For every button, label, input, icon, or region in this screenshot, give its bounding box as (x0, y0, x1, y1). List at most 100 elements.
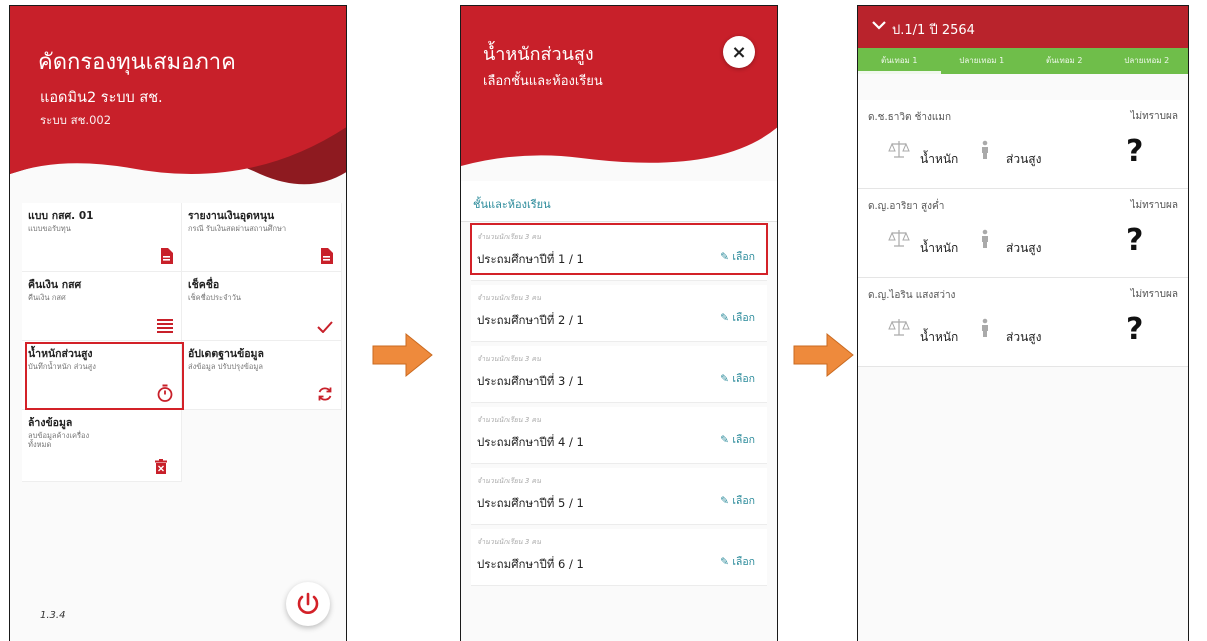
select-button[interactable]: ✎ เลือก (720, 431, 755, 448)
class-select-header: น้ำหนักส่วนสูง เลือกชั้นและห้องเรียน × (461, 6, 777, 186)
result-status: ไม่ทราบผล (1130, 200, 1178, 211)
menu-desc: ลบข้อมูลค้างเครื่อง ทั้งหมด (28, 431, 90, 449)
scale-icon (888, 230, 910, 247)
student-count: จำนวนนักเรียน 3 คน (477, 416, 541, 424)
class-header-title: ป.1/1 ปี 2564 (892, 23, 975, 38)
select-button[interactable]: ✎ เลือก (720, 553, 755, 570)
result-status: ไม่ทราบผล (1130, 111, 1178, 122)
unknown-status-icon: ? (1126, 134, 1144, 169)
section-header: ชั้นและห้องเรียน (461, 181, 777, 222)
menu-title: แบบ กสศ. 01 (28, 210, 94, 222)
student-count: จำนวนนักเรียน 3 คน (477, 355, 541, 363)
student-row[interactable]: ด.ญ.ไอริน แสงสว่าง ไม่ทราบผล น้ำหนัก ส่ว… (858, 278, 1188, 367)
class-header-bar[interactable]: ป.1/1 ปี 2564 (858, 6, 1188, 48)
class-select-panel: น้ำหนักส่วนสูง เลือกชั้นและห้องเรียน × ช… (460, 5, 778, 641)
menu-title: อัปเดตฐานข้อมูล (188, 348, 264, 360)
height-label: ส่วนสูง (1006, 330, 1042, 344)
student-name: ด.ญ.ไอริน แสงสว่าง (868, 290, 956, 301)
student-count: จำนวนนักเรียน 3 คน (477, 294, 541, 302)
select-button[interactable]: ✎ เลือก (720, 492, 755, 509)
unknown-status-icon: ? (1126, 223, 1144, 258)
weight-label: น้ำหนัก (920, 152, 959, 166)
menu-attendance[interactable]: เช็คชื่อ เช็คชื่อประจำวัน (182, 272, 342, 341)
home-screen-panel: คัดกรองทุนเสมอภาค แอดมิน2 ระบบ สช. ระบบ … (9, 5, 347, 641)
document-icon (321, 248, 333, 264)
chevron-down-icon (872, 21, 886, 30)
term-tabs: ต้นเทอม 1 ปลายเทอม 1 ต้นเทอม 2 ปลายเทอม … (858, 48, 1188, 74)
height-label: ส่วนสูง (1006, 241, 1042, 255)
tab-term2-end[interactable]: ปลายเทอม 2 (1106, 48, 1189, 74)
class-item[interactable]: จำนวนนักเรียน 3 คน ประถมศึกษาปีที่ 6 / 1… (471, 529, 767, 586)
highlight-weight-height (25, 342, 184, 410)
menu-refund[interactable]: คืนเงิน กสศ คืนเงิน กสศ (22, 272, 182, 341)
person-icon (982, 318, 988, 337)
weight-label: น้ำหนัก (920, 330, 959, 344)
menu-desc: คืนเงิน กสศ (28, 293, 66, 302)
select-label: เลือก (732, 495, 755, 507)
class-name: ประถมศึกษาปีที่ 6 / 1 (477, 557, 584, 571)
pencil-icon: ✎ (720, 312, 733, 324)
app-version: 1.3.4 (40, 610, 66, 621)
student-row[interactable]: ด.ญ.อาริยา สูงค่ำ ไม่ทราบผล น้ำหนัก ส่วน… (858, 189, 1188, 278)
class-name: ประถมศึกษาปีที่ 5 / 1 (477, 496, 584, 510)
tab-term2-start[interactable]: ต้นเทอม 2 (1023, 48, 1106, 74)
scale-icon (888, 141, 910, 158)
menu-title: ล้างข้อมูล (28, 417, 73, 429)
class-item[interactable]: จำนวนนักเรียน 3 คน ประถมศึกษาปีที่ 3 / 1… (471, 346, 767, 403)
result-status: ไม่ทราบผล (1130, 289, 1178, 300)
tab-term1-start[interactable]: ต้นเทอม 1 (858, 48, 941, 74)
person-icon (982, 229, 988, 248)
student-list-panel: ป.1/1 ปี 2564 ต้นเทอม 1 ปลายเทอม 1 ต้นเท… (857, 5, 1189, 641)
select-button[interactable]: ✎ เลือก (720, 370, 755, 387)
menu-update-db[interactable]: อัปเดตฐานข้อมูล ส่งข้อมูล ปรับปรุงข้อมูล (182, 341, 342, 410)
pencil-icon: ✎ (720, 556, 733, 568)
app-title: คัดกรองทุนเสมอภาค (38, 50, 236, 75)
select-label: เลือก (732, 373, 755, 385)
unknown-status-icon: ? (1126, 312, 1144, 347)
select-button[interactable]: ✎ เลือก (720, 309, 755, 326)
check-icon (317, 321, 333, 333)
menu-form-01[interactable]: แบบ กสศ. 01 แบบขอรับทุน (22, 203, 182, 272)
select-label: เลือก (732, 556, 755, 568)
trash-icon (155, 459, 167, 474)
weight-label: น้ำหนัก (920, 241, 959, 255)
arrow-right-icon (372, 332, 433, 378)
select-label: เลือก (732, 312, 755, 324)
student-row[interactable]: ด.ช.ธาวิต ช้างแมก ไม่ทราบผล น้ำหนัก ส่วน… (858, 100, 1188, 189)
screen-title: น้ำหนักส่วนสูง (483, 44, 594, 65)
person-icon (982, 140, 988, 159)
student-list: ด.ช.ธาวิต ช้างแมก ไม่ทราบผล น้ำหนัก ส่วน… (858, 100, 1188, 367)
menu-title: รายงานเงินอุดหนุน (188, 210, 275, 222)
student-name: ด.ช.ธาวิต ช้างแมก (868, 112, 952, 123)
list-icon (157, 319, 173, 333)
student-count: จำนวนนักเรียน 3 คน (477, 477, 541, 485)
close-button[interactable]: × (723, 36, 755, 68)
screen-subtitle: เลือกชั้นและห้องเรียน (483, 74, 603, 89)
pencil-icon: ✎ (720, 434, 733, 446)
student-count: จำนวนนักเรียน 3 คน (477, 538, 541, 546)
height-label: ส่วนสูง (1006, 152, 1042, 166)
tab-term1-end[interactable]: ปลายเทอม 1 (941, 48, 1024, 74)
logout-button[interactable] (286, 582, 330, 626)
class-item[interactable]: จำนวนนักเรียน 3 คน ประถมศึกษาปีที่ 5 / 1… (471, 468, 767, 525)
menu-desc: กรณี รับเงินสดผ่านสถานศึกษา (188, 224, 287, 233)
close-icon: × (731, 41, 747, 63)
scale-icon (888, 319, 910, 336)
menu-title: คืนเงิน กสศ (28, 279, 82, 291)
menu-clear-data[interactable]: ล้างข้อมูล ลบข้อมูลค้างเครื่อง ทั้งหมด (22, 410, 182, 482)
select-label: เลือก (732, 434, 755, 446)
power-icon (297, 592, 319, 614)
class-name: ประถมศึกษาปีที่ 2 / 1 (477, 313, 584, 327)
section-label: ชั้นและห้องเรียน (473, 198, 551, 211)
menu-subsidy-report[interactable]: รายงานเงินอุดหนุน กรณี รับเงินสดผ่านสถาน… (182, 203, 342, 272)
pencil-icon: ✎ (720, 373, 733, 385)
menu-desc: ส่งข้อมูล ปรับปรุงข้อมูล (188, 362, 263, 371)
class-item[interactable]: จำนวนนักเรียน 3 คน ประถมศึกษาปีที่ 4 / 1… (471, 407, 767, 464)
class-item[interactable]: จำนวนนักเรียน 3 คน ประถมศึกษาปีที่ 2 / 1… (471, 285, 767, 342)
menu-desc: แบบขอรับทุน (28, 224, 71, 233)
sync-icon (318, 387, 332, 401)
menu-empty-cell (182, 410, 342, 482)
class-name: ประถมศึกษาปีที่ 4 / 1 (477, 435, 584, 449)
user-code: ระบบ สช.002 (40, 113, 112, 127)
arrow-right-icon (793, 332, 854, 378)
